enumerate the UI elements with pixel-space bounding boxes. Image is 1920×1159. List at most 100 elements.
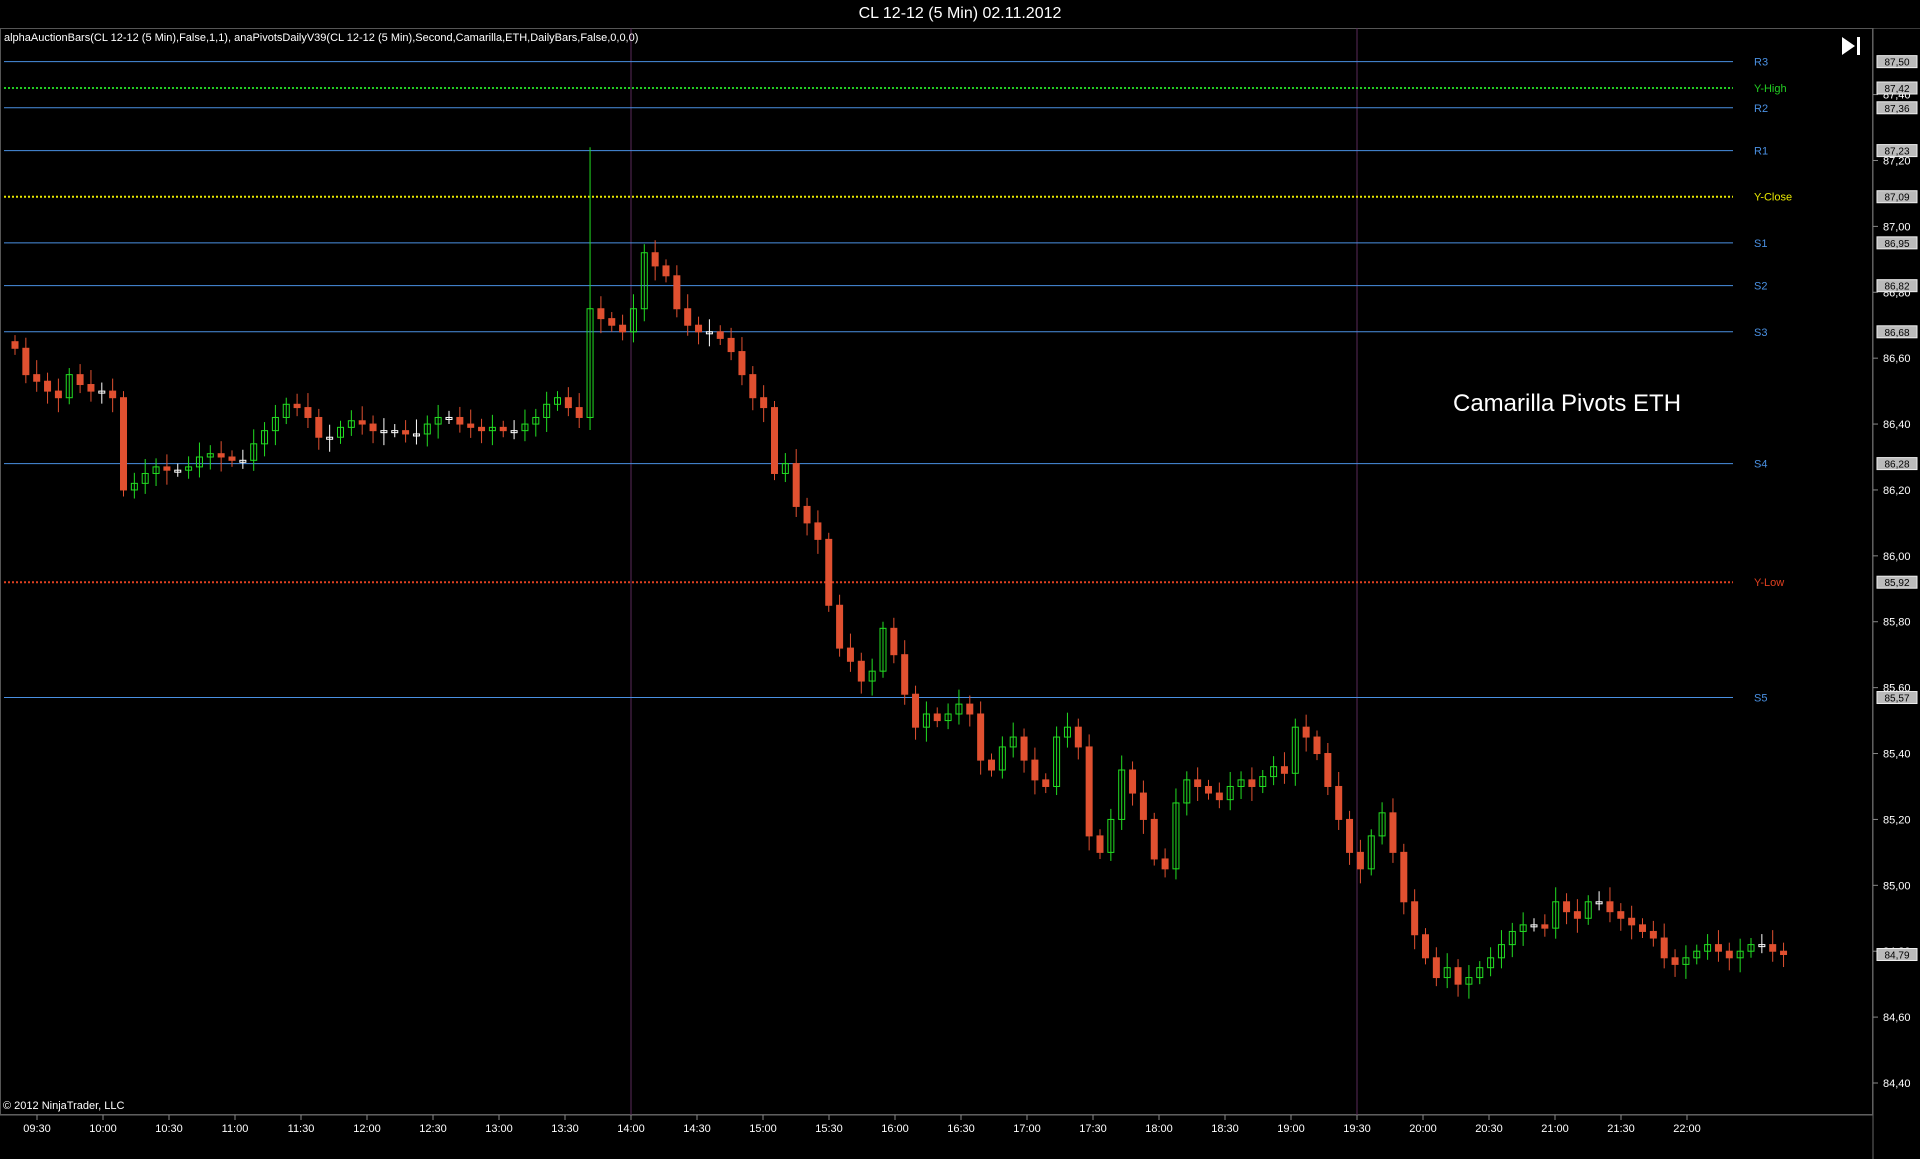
candle-body <box>499 426 507 432</box>
candle-body <box>369 423 377 432</box>
candle-body <box>76 374 84 386</box>
candle-body <box>814 522 822 540</box>
candle-body <box>836 604 844 649</box>
candle-body <box>1780 950 1788 956</box>
candle-body <box>1617 911 1625 919</box>
candle-body <box>1660 937 1668 959</box>
candle-body <box>33 374 41 382</box>
candle-body <box>1129 769 1137 794</box>
candle-body <box>1042 779 1050 787</box>
candle-body <box>966 703 974 715</box>
price-tag-text: 87,50 <box>1884 58 1909 69</box>
price-tag-text: 86,82 <box>1884 282 1909 293</box>
candlestick-chart[interactable]: 09:30 10:00 10:30 11:00 11:30 12:00 12:30 13:00… <box>0 28 1920 1159</box>
candle-body <box>1335 785 1343 820</box>
candle-body <box>1671 957 1679 965</box>
candle-body <box>977 713 985 761</box>
time-tick-label: 20:30 <box>1475 1123 1503 1135</box>
candle-body <box>673 275 681 310</box>
pivot-label-s5: S5 <box>1754 693 1767 705</box>
price-tag-text: 85,57 <box>1884 694 1909 705</box>
time-tick-label: 13:30 <box>551 1123 579 1135</box>
candle-body <box>727 337 735 353</box>
time-tick-label: 18:00 <box>1145 1123 1173 1135</box>
candle-body <box>1454 967 1462 985</box>
candle-body <box>912 693 920 728</box>
candle-body <box>738 351 746 376</box>
candle-body <box>163 466 171 471</box>
indicator-list: alphaAuctionBars(CL 12-12 (5 Min),False,… <box>4 32 639 44</box>
time-tick-label: 19:30 <box>1343 1123 1371 1135</box>
pivot-label-r3: R3 <box>1754 57 1768 69</box>
price-tick-label: 85,20 <box>1883 814 1911 826</box>
candle-body <box>846 647 854 662</box>
candle-body <box>1563 901 1571 913</box>
time-tick-label: 12:00 <box>353 1123 381 1135</box>
candle-body <box>109 390 117 399</box>
candle-body <box>575 407 583 418</box>
price-tag-text: 87,36 <box>1884 104 1909 115</box>
candle-body <box>1422 934 1429 959</box>
candle-body <box>1725 950 1733 959</box>
chart-watermark: Camarilla Pivots ETH <box>1453 390 1682 417</box>
price-tag-text: 86,95 <box>1884 239 1909 250</box>
time-tick-label: 15:00 <box>749 1123 777 1135</box>
candle-body <box>1280 766 1288 774</box>
candle-body <box>1085 746 1093 837</box>
candle-body <box>1639 924 1646 932</box>
candle-body <box>1714 944 1722 952</box>
candle-body <box>1150 818 1158 860</box>
candle-body <box>792 463 800 507</box>
candle-body <box>1205 785 1212 794</box>
candle-body <box>684 308 692 326</box>
price-tag-text: 85,92 <box>1884 578 1909 589</box>
price-tick-label: 86,00 <box>1883 551 1911 563</box>
pivot-label-s1: S1 <box>1754 238 1767 250</box>
candle-body <box>1074 726 1082 748</box>
candle-body <box>1020 736 1028 761</box>
candle-body <box>1346 818 1354 853</box>
candle-body <box>1541 924 1549 929</box>
candle-body <box>478 426 486 432</box>
pivot-label-r1: R1 <box>1754 146 1768 158</box>
candle-body <box>760 397 768 409</box>
pivot-label-r2: R2 <box>1754 103 1768 115</box>
candle-body <box>402 430 410 435</box>
time-tick-label: 09:30 <box>23 1123 51 1135</box>
price-tick-label: 85,00 <box>1883 880 1911 892</box>
time-tick-label: 20:00 <box>1409 1123 1437 1135</box>
price-tick-label: 86,60 <box>1883 353 1911 365</box>
candle-body <box>608 318 616 326</box>
time-tick-label: 13:00 <box>485 1123 513 1135</box>
candle-body <box>597 308 605 320</box>
candle-body <box>825 538 833 606</box>
candle-body <box>651 252 659 267</box>
candle-body <box>120 397 127 491</box>
pivot-label-s2: S2 <box>1754 281 1767 293</box>
price-tick-label: 86,20 <box>1883 485 1911 497</box>
candle-body <box>619 324 627 333</box>
candle-body <box>901 654 909 695</box>
candle-body <box>1769 944 1777 952</box>
candle-body <box>933 713 941 722</box>
price-tag-text: 86,28 <box>1884 460 1909 471</box>
time-tick-label: 17:00 <box>1013 1123 1041 1135</box>
candle-body <box>1096 835 1104 853</box>
candle-body <box>1389 812 1397 853</box>
skip-to-end-icon[interactable] <box>1838 34 1864 58</box>
pivot-label-y-low: Y-Low <box>1754 577 1784 589</box>
time-tick-label: 17:30 <box>1079 1123 1107 1135</box>
time-tick-label: 16:30 <box>947 1123 975 1135</box>
candle-body <box>1215 792 1223 801</box>
time-tick-label: 14:30 <box>683 1123 711 1135</box>
candle-body <box>217 453 225 458</box>
time-tick-label: 16:00 <box>881 1123 909 1135</box>
candle-body <box>1400 851 1408 903</box>
time-tick-label: 10:00 <box>89 1123 117 1135</box>
candle-body <box>456 416 464 425</box>
time-tick-label: 11:30 <box>288 1123 315 1135</box>
time-tick-label: 15:30 <box>815 1123 843 1135</box>
plot-frame <box>0 28 1873 1115</box>
candle-body <box>857 660 865 682</box>
time-tick-label: 11:00 <box>222 1123 249 1135</box>
